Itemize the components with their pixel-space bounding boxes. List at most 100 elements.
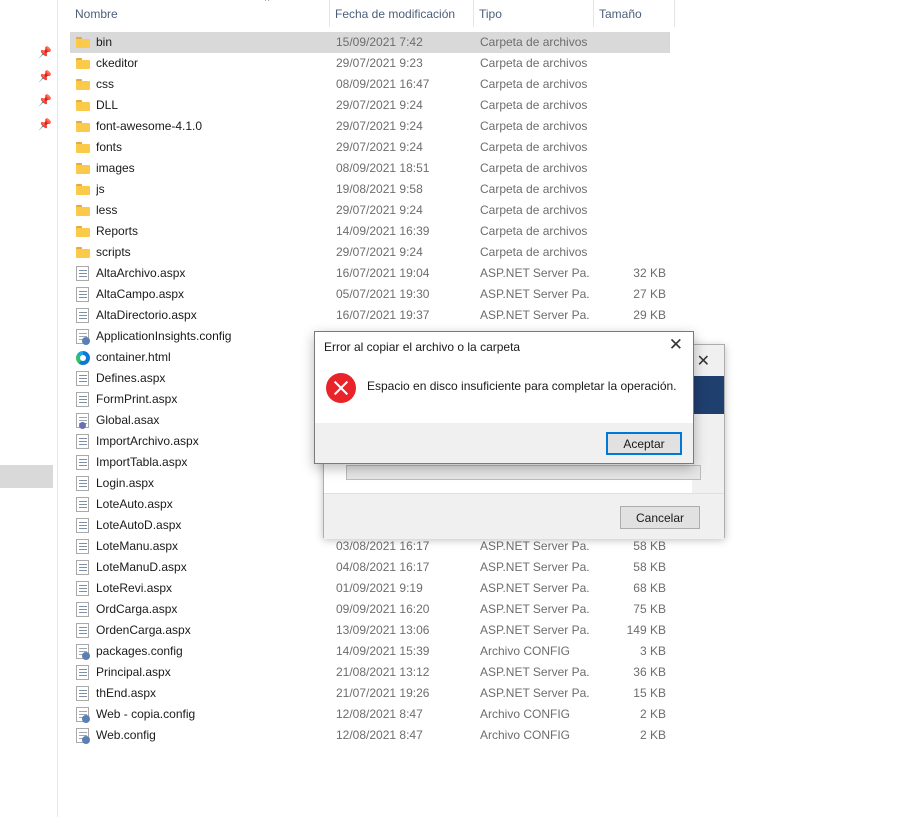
file-type: Carpeta de archivos xyxy=(480,56,588,70)
file-type: Carpeta de archivos xyxy=(480,224,588,238)
aspx-file-icon xyxy=(76,287,89,302)
file-row[interactable]: LoteManuD.aspx 04/08/2021 16:17 ASP.NET Se… xyxy=(70,557,670,578)
pin-icon[interactable]: 📌 xyxy=(38,119,52,131)
file-size: 75 KB xyxy=(633,602,666,616)
aspx-file-icon xyxy=(76,434,89,449)
file-date: 21/07/2021 19:26 xyxy=(336,686,430,700)
column-header-name[interactable]: Nombre xyxy=(70,0,330,27)
config-file-icon xyxy=(76,644,90,660)
file-size: 15 KB xyxy=(633,686,666,700)
file-row[interactable]: less 29/07/2021 9:24 Carpeta de archivos xyxy=(70,200,670,221)
file-date: 14/09/2021 16:39 xyxy=(336,224,430,238)
file-row[interactable]: Web.config 12/08/2021 8:47 Archivo CONFIG 2… xyxy=(70,725,670,746)
file-name: ckeditor xyxy=(96,56,139,70)
file-size: 27 KB xyxy=(633,287,666,301)
file-date: 13/09/2021 13:06 xyxy=(336,623,430,637)
file-row[interactable]: Principal.aspx 21/08/2021 13:12 ASP.NET Se… xyxy=(70,662,670,683)
file-type: Carpeta de archivos xyxy=(480,98,588,112)
column-header-date[interactable]: Fecha de modificación xyxy=(330,0,474,27)
file-name: ImportArchivo.aspx xyxy=(96,434,199,448)
file-row[interactable]: ckeditor 29/07/2021 9:23 Carpeta de archiv… xyxy=(70,53,670,74)
file-row[interactable]: AltaArchivo.aspx 16/07/2021 19:04 ASP.NET … xyxy=(70,263,670,284)
aspx-file-icon xyxy=(76,539,89,554)
cancel-button[interactable]: Cancelar xyxy=(620,506,700,529)
file-size: 58 KB xyxy=(633,539,666,553)
aspx-file-icon xyxy=(76,518,89,533)
aspx-file-icon xyxy=(76,497,89,512)
file-date: 29/07/2021 9:24 xyxy=(336,140,423,154)
file-size: 3 KB xyxy=(639,644,666,658)
file-size: 2 KB xyxy=(639,728,666,742)
file-date: 21/08/2021 13:12 xyxy=(336,665,430,679)
file-date: 01/09/2021 9:19 xyxy=(336,581,423,595)
file-date: 08/09/2021 16:47 xyxy=(336,77,430,91)
file-date: 12/08/2021 8:47 xyxy=(336,707,423,721)
file-name: packages.config xyxy=(96,644,183,658)
file-size xyxy=(595,95,666,116)
file-name: font-awesome-4.1.0 xyxy=(96,119,203,133)
accept-button[interactable]: Aceptar xyxy=(606,432,682,455)
file-date: 14/09/2021 15:39 xyxy=(336,644,430,658)
aspx-file-icon xyxy=(76,602,89,617)
column-header-size[interactable]: Tamaño xyxy=(594,0,675,27)
file-type: Carpeta de archivos xyxy=(480,203,588,217)
folder-icon xyxy=(76,79,90,90)
file-row[interactable]: packages.config 14/09/2021 15:39 Archivo C… xyxy=(70,641,670,662)
file-size xyxy=(595,116,666,137)
file-type: ASP.NET Server Pa... xyxy=(480,665,590,679)
file-size xyxy=(595,221,666,242)
file-row[interactable]: Reports 14/09/2021 16:39 Carpeta de archiv… xyxy=(70,221,670,242)
pin-icon[interactable]: 📌 xyxy=(38,71,52,83)
pin-icon[interactable]: 📌 xyxy=(38,95,52,107)
file-row[interactable]: bin 15/09/2021 7:42 Carpeta de archivos xyxy=(70,32,670,53)
pin-icon[interactable]: 📌 xyxy=(38,47,52,59)
navigation-pane[interactable]: 📌 📌 📌 📌 xyxy=(0,0,58,817)
file-row[interactable]: font-awesome-4.1.0 29/07/2021 9:24 Carpeta… xyxy=(70,116,670,137)
nav-selected-item[interactable] xyxy=(0,465,53,488)
file-row[interactable]: fonts 29/07/2021 9:24 Carpeta de archivos xyxy=(70,137,670,158)
folder-icon xyxy=(76,37,90,48)
close-icon[interactable]: ✕ xyxy=(697,351,710,371)
file-row[interactable]: LoteRevi.aspx 01/09/2021 9:19 ASP.NET Serv… xyxy=(70,578,670,599)
file-date: 15/09/2021 7:42 xyxy=(336,35,423,49)
file-row[interactable]: images 08/09/2021 18:51 Carpeta de archivo… xyxy=(70,158,670,179)
file-row[interactable]: css 08/09/2021 16:47 Carpeta de archivos xyxy=(70,74,670,95)
file-date: 29/07/2021 9:23 xyxy=(336,56,423,70)
error-icon xyxy=(326,373,356,403)
column-header-type[interactable]: Tipo xyxy=(474,0,594,27)
file-name: LoteRevi.aspx xyxy=(96,581,173,595)
close-icon[interactable]: ✕ xyxy=(669,335,683,355)
file-date: 16/07/2021 19:37 xyxy=(336,308,430,322)
file-type: Carpeta de archivos xyxy=(480,119,588,133)
file-name: OrdenCarga.aspx xyxy=(96,623,191,637)
file-type: Archivo CONFIG xyxy=(480,707,571,721)
file-row[interactable]: AltaDirectorio.aspx 16/07/2021 19:37 ASP.N… xyxy=(70,305,670,326)
file-row[interactable]: js 19/08/2021 9:58 Carpeta de archivos xyxy=(70,179,670,200)
file-row[interactable]: OrdCarga.aspx 09/09/2021 16:20 ASP.NET Ser… xyxy=(70,599,670,620)
file-size xyxy=(595,242,666,263)
file-type: ASP.NET Server Pa... xyxy=(480,581,590,595)
file-date: 29/07/2021 9:24 xyxy=(336,119,423,133)
file-row[interactable]: scripts 29/07/2021 9:24 Carpeta de archivo… xyxy=(70,242,670,263)
config-file-icon xyxy=(76,329,90,345)
file-type: ASP.NET Server Pa... xyxy=(480,560,590,574)
folder-icon xyxy=(76,58,90,69)
file-date: 03/08/2021 16:17 xyxy=(336,539,430,553)
config-file-icon xyxy=(76,728,90,744)
file-name: FormPrint.aspx xyxy=(96,392,178,406)
file-size xyxy=(595,137,666,158)
file-row[interactable]: AltaCampo.aspx 05/07/2021 19:30 ASP.NET Se… xyxy=(70,284,670,305)
folder-icon xyxy=(76,247,90,258)
file-row[interactable]: thEnd.aspx 21/07/2021 19:26 ASP.NET Server… xyxy=(70,683,670,704)
file-date: 08/09/2021 18:51 xyxy=(336,161,430,175)
aspx-file-icon xyxy=(76,560,89,575)
file-row[interactable]: OrdenCarga.aspx 13/09/2021 13:06 ASP.NET S… xyxy=(70,620,670,641)
aspx-file-icon xyxy=(76,623,89,638)
file-row[interactable]: DLL 29/07/2021 9:24 Carpeta de archivos xyxy=(70,95,670,116)
file-row[interactable]: Web - copia.config 12/08/2021 8:47 Archivo… xyxy=(70,704,670,725)
file-name: AltaDirectorio.aspx xyxy=(96,308,197,322)
file-name: Web - copia.config xyxy=(96,707,196,721)
file-type: Archivo CONFIG xyxy=(480,728,571,742)
file-row[interactable]: LoteManu.aspx 03/08/2021 16:17 ASP.NET Ser… xyxy=(70,536,670,557)
progress-bar xyxy=(346,465,701,480)
